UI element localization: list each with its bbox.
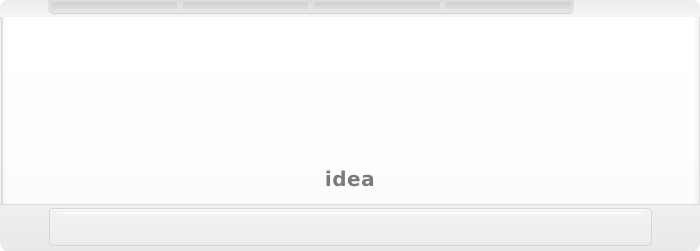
air-conditioner-unit: idea — [0, 0, 700, 251]
intake-slot — [51, 2, 177, 11]
intake-slot — [182, 2, 308, 11]
brand-logo: idea — [324, 167, 376, 191]
air-outlet-louver — [49, 208, 652, 246]
intake-slot — [314, 2, 440, 11]
top-air-intake — [48, 0, 574, 14]
intake-slot — [445, 2, 571, 11]
louver-highlight — [58, 212, 643, 214]
